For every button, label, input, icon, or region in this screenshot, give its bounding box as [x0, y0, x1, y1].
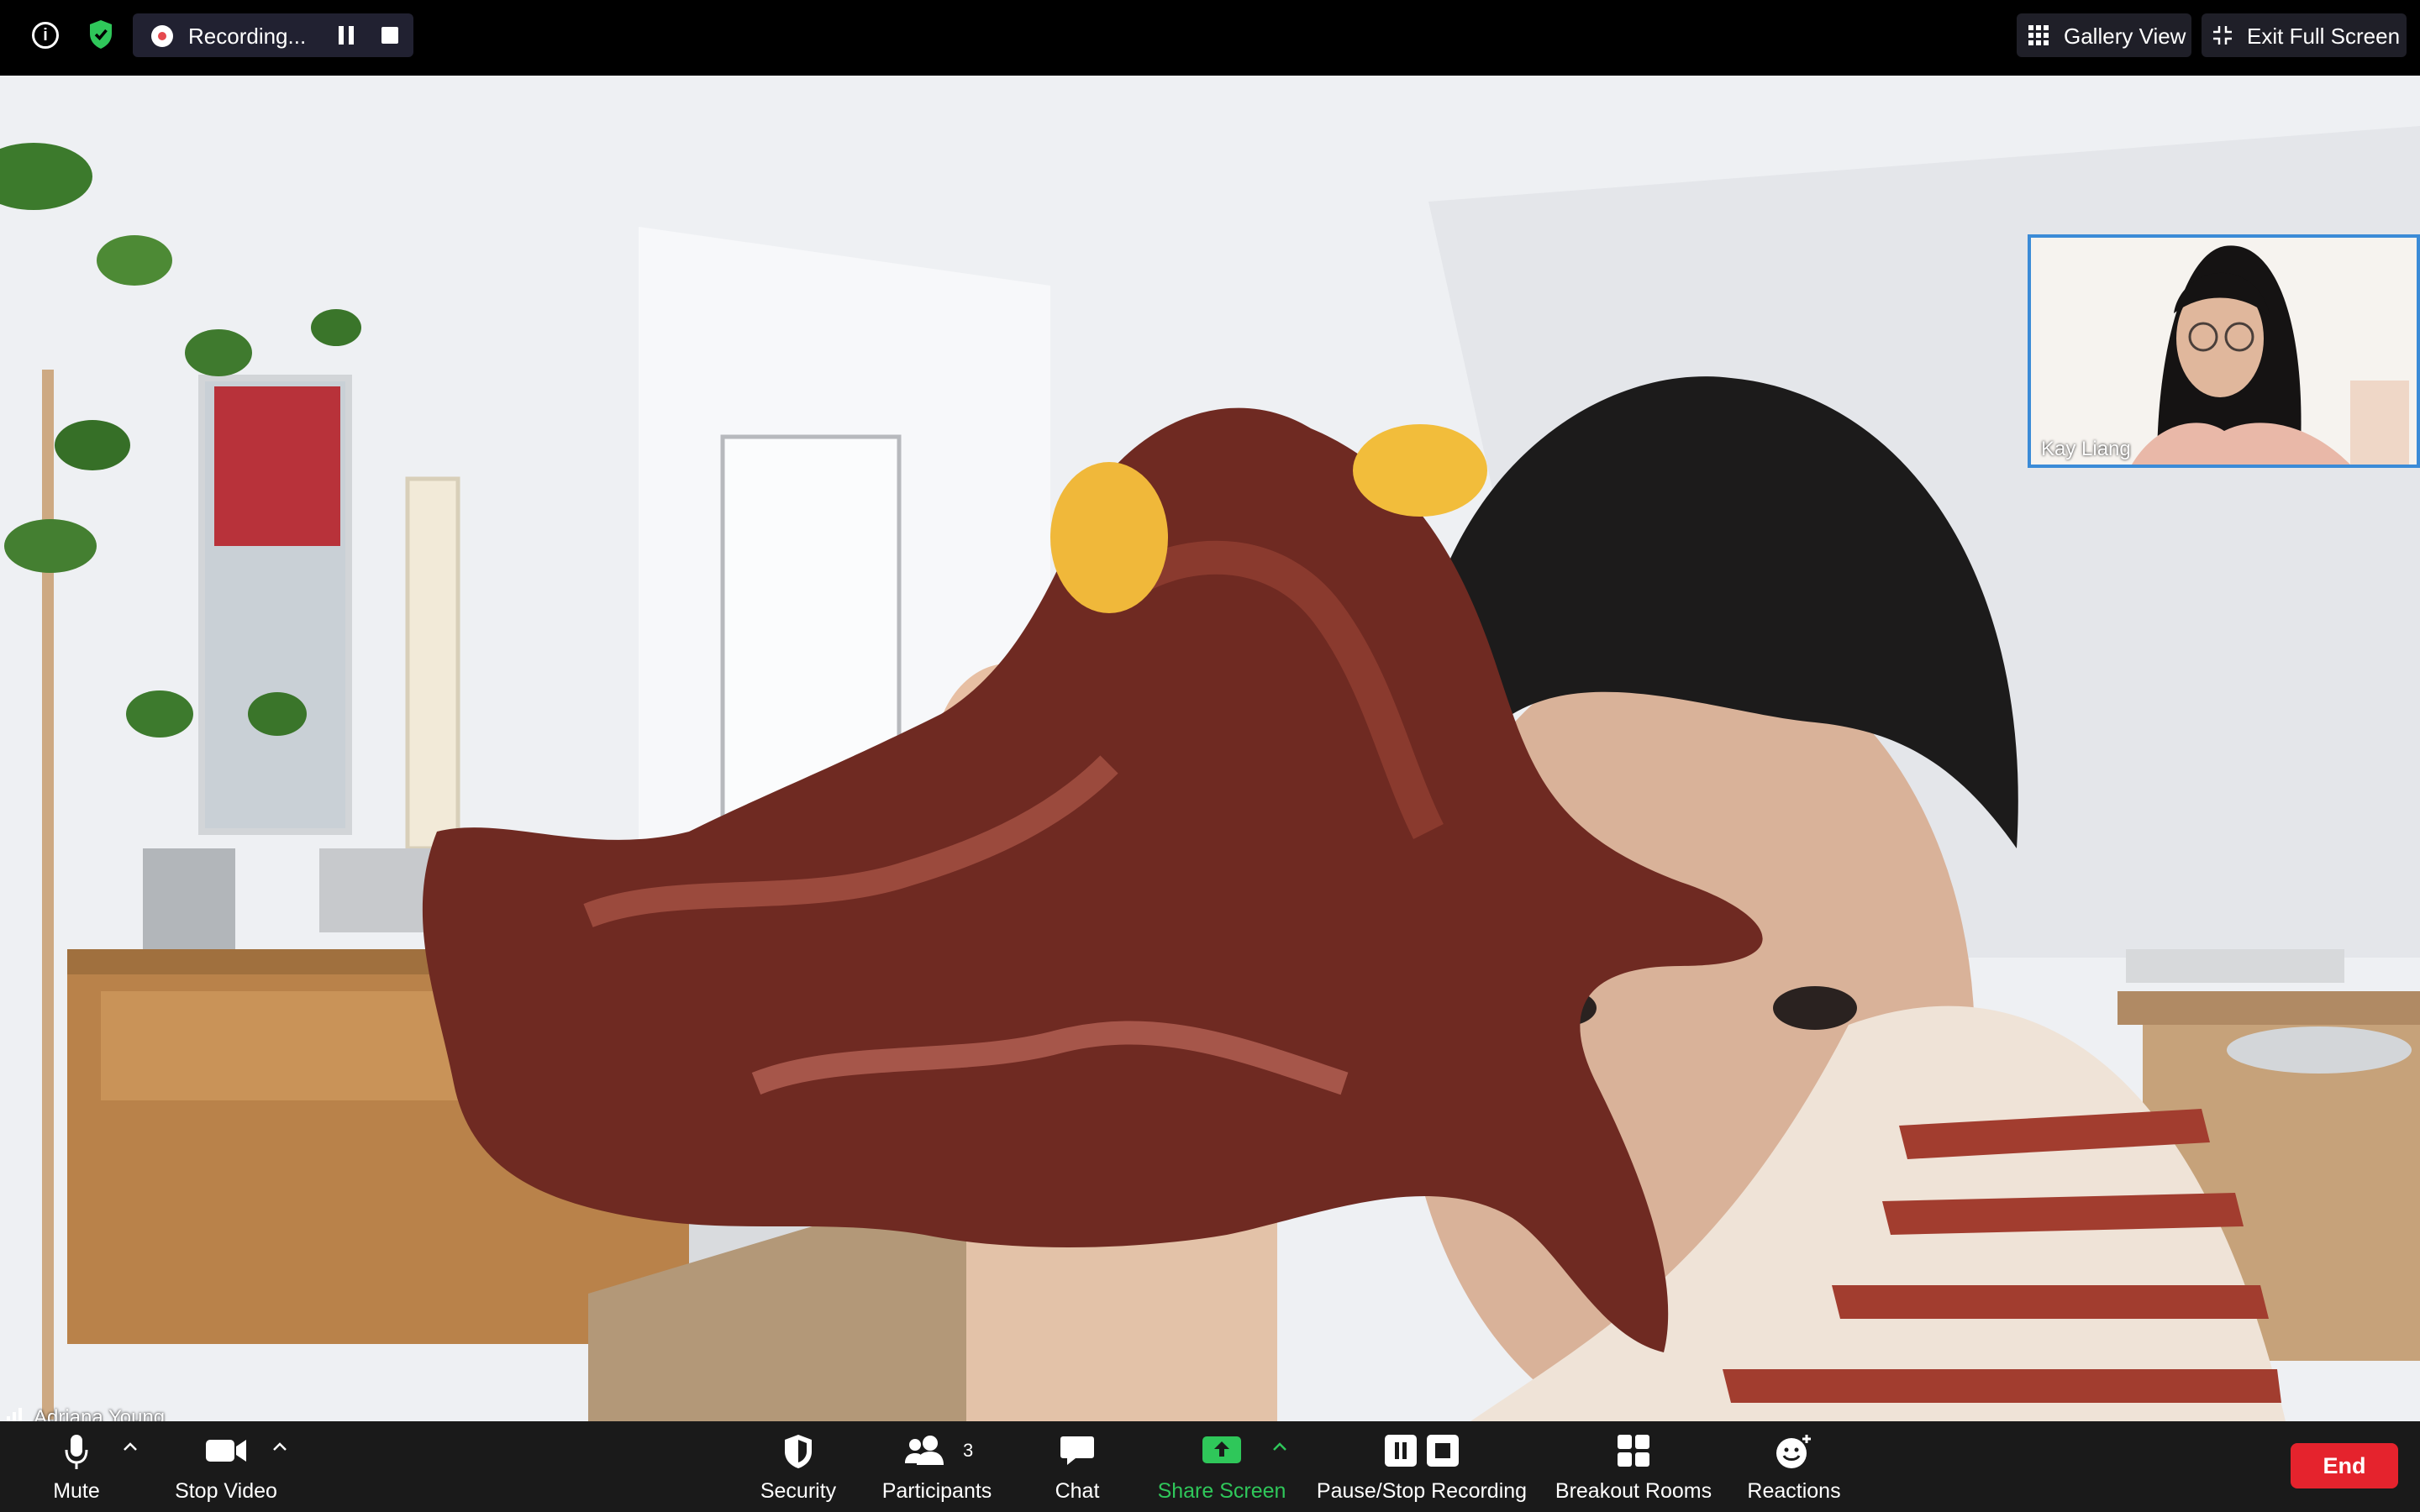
- share-screen-icon: [1202, 1436, 1241, 1463]
- participants-button[interactable]: 3 Participants: [876, 1421, 998, 1512]
- stop-video-button[interactable]: Stop Video: [165, 1421, 287, 1512]
- participants-count: 3: [963, 1440, 974, 1461]
- security-shield-icon: [785, 1435, 812, 1468]
- reactions-button[interactable]: Reactions: [1739, 1421, 1849, 1512]
- share-screen-label: Share Screen: [1157, 1479, 1286, 1503]
- participants-label: Participants: [881, 1479, 992, 1503]
- pause-recording-button[interactable]: [339, 26, 355, 45]
- exit-fullscreen-button[interactable]: Exit Full Screen: [2202, 13, 2407, 57]
- recording-indicator: Recording...: [133, 13, 413, 57]
- record-dot-icon: [151, 25, 173, 47]
- mute-button[interactable]: Mute: [34, 1421, 119, 1512]
- pause-stop-recording-label: Pause/Stop Recording: [1316, 1479, 1528, 1503]
- gallery-view-button[interactable]: Gallery View: [2017, 13, 2191, 57]
- grid-icon: [2028, 25, 2049, 45]
- participants-icon: [905, 1436, 944, 1465]
- video-camera-icon: [206, 1440, 246, 1462]
- microphone-icon: [65, 1435, 88, 1469]
- reactions-smiley-icon: [1776, 1435, 1811, 1468]
- info-icon[interactable]: i: [32, 22, 59, 49]
- security-label: Security: [760, 1479, 837, 1503]
- security-shield-icon[interactable]: [87, 18, 114, 50]
- participant-thumbnail[interactable]: Kay Liang: [2028, 234, 2420, 468]
- zoom-meeting-window: i Recording... Gallery View Exit Full Sc…: [0, 0, 2420, 1512]
- speaker-name-label: Adriana Young: [34, 1406, 166, 1421]
- stop-recording-button[interactable]: [381, 27, 398, 44]
- pause-stop-recording-button[interactable]: Pause/Stop Recording: [1314, 1421, 1529, 1512]
- top-bar: i Recording... Gallery View Exit Full Sc…: [0, 0, 2420, 76]
- gallery-view-label: Gallery View: [2064, 24, 2186, 49]
- signal-strength-icon: [7, 1408, 22, 1421]
- breakout-rooms-icon: [1618, 1435, 1649, 1467]
- recording-label: Recording...: [188, 24, 307, 49]
- exit-fullscreen-label: Exit Full Screen: [2247, 24, 2401, 49]
- security-button[interactable]: Security: [748, 1421, 849, 1512]
- video-options-caret-icon[interactable]: [272, 1441, 287, 1452]
- stop-video-label: Stop Video: [175, 1479, 277, 1503]
- thumbnail-name-label: Kay Liang: [2041, 438, 2131, 460]
- share-screen-button[interactable]: Share Screen: [1155, 1421, 1289, 1512]
- breakout-rooms-button[interactable]: Breakout Rooms: [1551, 1421, 1716, 1512]
- mute-label: Mute: [53, 1479, 100, 1503]
- pause-stop-recording-icon: [1385, 1435, 1459, 1467]
- chat-bubble-icon: [1060, 1436, 1094, 1465]
- chat-label: Chat: [1055, 1479, 1100, 1503]
- chat-button[interactable]: Chat: [1037, 1421, 1118, 1512]
- thumbnail-video-frame: [2031, 238, 2417, 465]
- breakout-rooms-label: Breakout Rooms: [1555, 1479, 1712, 1503]
- end-meeting-button[interactable]: End: [2291, 1443, 2398, 1488]
- reactions-label: Reactions: [1747, 1479, 1841, 1503]
- main-video-feed[interactable]: Adriana Young Kay Liang: [0, 76, 2420, 1421]
- audio-options-caret-icon[interactable]: [123, 1441, 138, 1452]
- share-options-caret-icon[interactable]: [1272, 1441, 1287, 1452]
- meeting-toolbar: Mute Stop Video Security 3 Participants …: [0, 1421, 2420, 1512]
- exit-fullscreen-icon: [2213, 26, 2232, 45]
